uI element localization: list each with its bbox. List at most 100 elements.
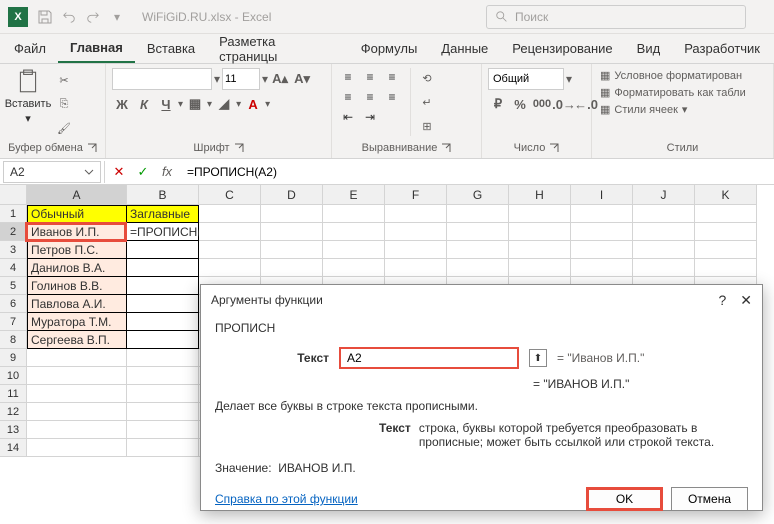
chevron-down-icon[interactable]: ▾ (262, 72, 268, 86)
italic-button[interactable]: К (134, 94, 154, 114)
wrap-text-icon[interactable]: ↵ (417, 92, 437, 112)
cell[interactable] (509, 223, 571, 241)
cell[interactable] (199, 205, 261, 223)
cell[interactable] (695, 223, 757, 241)
font-name-select[interactable] (112, 68, 212, 90)
cell[interactable] (385, 241, 447, 259)
cell[interactable] (199, 241, 261, 259)
cell[interactable] (27, 403, 127, 421)
cell[interactable]: Сергеева В.П. (27, 331, 127, 349)
help-button[interactable]: ? (718, 292, 726, 309)
chevron-down-icon[interactable]: ▾ (265, 99, 270, 110)
cell[interactable] (127, 421, 199, 439)
cell[interactable] (127, 367, 199, 385)
orientation-icon[interactable]: ⟲ (417, 68, 437, 88)
cell[interactable] (509, 259, 571, 277)
name-box[interactable]: A2 (3, 161, 101, 183)
cell[interactable] (695, 259, 757, 277)
cell[interactable] (27, 349, 127, 367)
select-all-corner[interactable] (0, 185, 27, 205)
cell[interactable] (199, 223, 261, 241)
close-button[interactable]: ✕ (740, 292, 752, 309)
undo-icon[interactable] (58, 6, 80, 28)
formula-input[interactable] (181, 161, 774, 183)
number-format-select[interactable] (488, 68, 564, 90)
cancel-button[interactable]: Отмена (671, 487, 748, 511)
cell[interactable] (27, 439, 127, 457)
col-header-b[interactable]: B (127, 185, 199, 205)
align-bottom-icon[interactable]: ≡ (382, 68, 402, 86)
col-header-k[interactable]: K (695, 185, 757, 205)
format-as-table-button[interactable]: ▦Форматировать как табли (598, 85, 748, 100)
cell[interactable] (27, 367, 127, 385)
align-top-icon[interactable]: ≡ (338, 68, 358, 86)
cell[interactable] (323, 259, 385, 277)
cell[interactable] (127, 277, 199, 295)
row-header[interactable]: 9 (0, 349, 27, 367)
cut-icon[interactable]: ✂ (54, 70, 74, 90)
paste-button[interactable]: Вставить ▾ (6, 68, 50, 125)
fill-color-button[interactable]: ◢ (214, 94, 234, 114)
cell[interactable] (633, 223, 695, 241)
cell[interactable] (571, 205, 633, 223)
cell[interactable] (385, 259, 447, 277)
tab-formulas[interactable]: Формулы (349, 35, 430, 62)
merge-icon[interactable]: ⊞ (417, 116, 437, 136)
col-header-g[interactable]: G (447, 185, 509, 205)
dialog-launcher-icon[interactable] (549, 143, 559, 153)
cell[interactable]: Муратора Т.М. (27, 313, 127, 331)
cell[interactable] (633, 241, 695, 259)
row-header[interactable]: 3 (0, 241, 27, 259)
col-header-a[interactable]: A (27, 185, 127, 205)
cell[interactable] (127, 295, 199, 313)
cell[interactable] (323, 223, 385, 241)
row-header[interactable]: 11 (0, 385, 27, 403)
cell[interactable]: Обычный (27, 205, 127, 223)
cell[interactable] (127, 439, 199, 457)
cell[interactable]: Павлова А.И. (27, 295, 127, 313)
conditional-formatting-button[interactable]: ▦Условное форматирован (598, 68, 748, 83)
border-button[interactable]: ▦ (185, 94, 205, 114)
align-middle-icon[interactable]: ≡ (360, 68, 380, 86)
chevron-down-icon[interactable]: ▾ (207, 99, 212, 110)
argument-input[interactable] (339, 347, 519, 369)
cell[interactable] (27, 421, 127, 439)
cell-styles-button[interactable]: ▦Стили ячеек▾ (598, 102, 748, 117)
dialog-launcher-icon[interactable] (234, 143, 244, 153)
tab-view[interactable]: Вид (625, 35, 673, 62)
row-header[interactable]: 10 (0, 367, 27, 385)
copy-icon[interactable]: ⎘ (54, 94, 74, 114)
row-header[interactable]: 14 (0, 439, 27, 457)
cell[interactable] (323, 241, 385, 259)
cell[interactable] (509, 205, 571, 223)
enter-formula-button[interactable]: ✓ (135, 164, 151, 180)
range-selector-icon[interactable]: ⬆ (529, 349, 547, 367)
dialog-launcher-icon[interactable] (441, 143, 451, 153)
cell[interactable] (447, 205, 509, 223)
row-header[interactable]: 7 (0, 313, 27, 331)
increase-font-icon[interactable]: A▴ (270, 69, 290, 89)
cell[interactable] (127, 259, 199, 277)
chevron-down-icon[interactable] (84, 167, 94, 177)
tab-home[interactable]: Главная (58, 34, 135, 63)
col-header-f[interactable]: F (385, 185, 447, 205)
redo-icon[interactable] (82, 6, 104, 28)
row-header[interactable]: 2 (0, 223, 27, 241)
tab-developer[interactable]: Разработчик (672, 35, 772, 62)
align-left-icon[interactable]: ≡ (338, 88, 358, 106)
col-header-d[interactable]: D (261, 185, 323, 205)
cell[interactable] (323, 205, 385, 223)
cell[interactable] (633, 205, 695, 223)
fx-button[interactable]: fx (159, 164, 175, 180)
cell[interactable] (571, 259, 633, 277)
cell[interactable] (127, 385, 199, 403)
row-header[interactable]: 4 (0, 259, 27, 277)
cell[interactable]: Голинов В.В. (27, 277, 127, 295)
currency-button[interactable]: ₽ (488, 94, 508, 114)
cell[interactable]: Петров П.С. (27, 241, 127, 259)
cancel-formula-button[interactable]: ✕ (111, 164, 127, 180)
row-header[interactable]: 1 (0, 205, 27, 223)
cell[interactable] (571, 223, 633, 241)
cell[interactable] (261, 259, 323, 277)
cell[interactable]: =ПРОПИСН(A2) (127, 223, 199, 241)
